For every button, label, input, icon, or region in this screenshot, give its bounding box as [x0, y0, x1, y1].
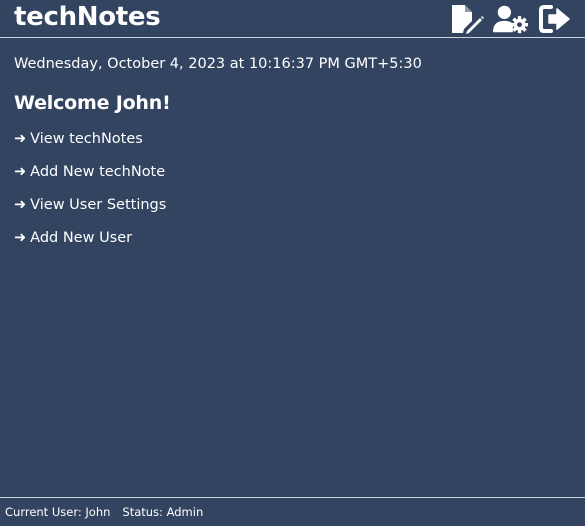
app-title-link[interactable]: techNotes [14, 1, 161, 33]
user-settings-button[interactable] [493, 3, 529, 35]
welcome-content: Wednesday, October 4, 2023 at 10:16:37 P… [14, 54, 571, 261]
add-user-link[interactable]: ➜ Add New User [14, 228, 571, 248]
arrow-right-icon: ➜ [14, 197, 27, 213]
file-pen-icon [452, 5, 484, 34]
view-notes-link[interactable]: ➜ View techNotes [14, 129, 571, 149]
add-user-label: Add New User [30, 230, 133, 246]
arrow-right-icon: ➜ [14, 131, 27, 147]
arrow-right-icon: ➜ [14, 164, 27, 180]
user-gear-icon [493, 5, 529, 34]
user-status-text: Status: Admin [122, 505, 204, 519]
view-user-settings-label: View User Settings [30, 197, 167, 213]
quick-links: ➜ View techNotes ➜ Add New techNote ➜ View … [14, 129, 571, 248]
logout-button[interactable] [537, 3, 573, 35]
dash-header: techNotes [0, 0, 585, 38]
header-actions [449, 3, 573, 35]
new-note-button[interactable] [449, 3, 485, 35]
add-note-label: Add New techNote [30, 164, 166, 180]
current-user-text: Current User: John [5, 505, 111, 519]
view-user-settings-link[interactable]: ➜ View User Settings [14, 195, 571, 215]
sign-out-icon [539, 5, 570, 33]
welcome-heading: Welcome John! [14, 92, 171, 114]
current-datetime: Wednesday, October 4, 2023 at 10:16:37 P… [14, 56, 422, 72]
add-note-link[interactable]: ➜ Add New techNote [14, 162, 571, 182]
dash-footer: Current User: John Status: Admin [0, 497, 585, 526]
view-notes-label: View techNotes [30, 131, 143, 147]
arrow-right-icon: ➜ [14, 230, 27, 246]
